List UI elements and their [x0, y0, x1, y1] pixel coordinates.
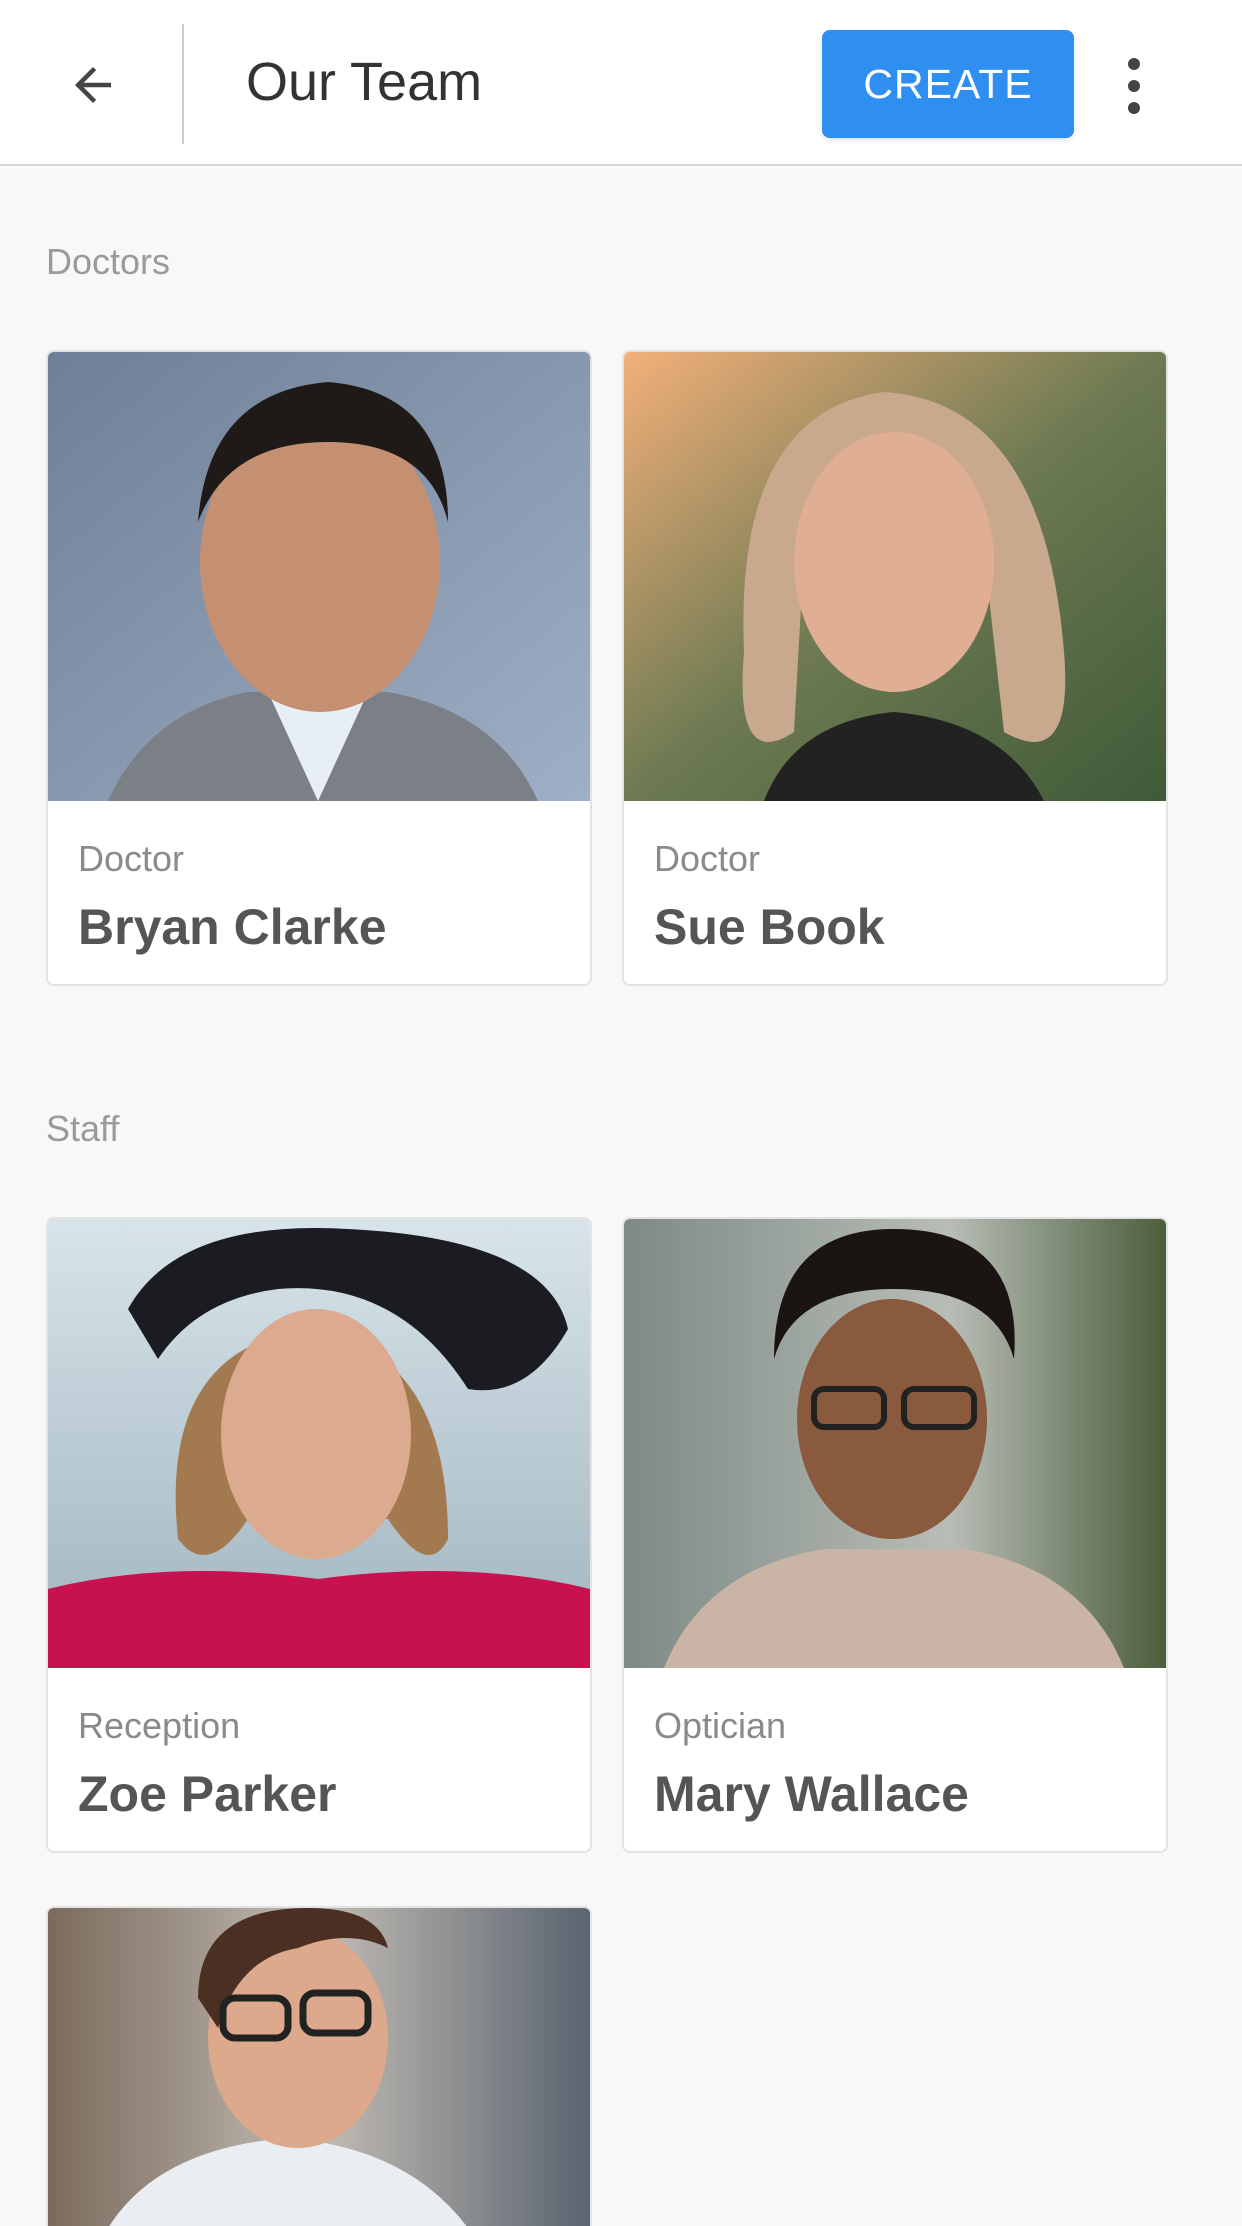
team-member-card[interactable]: [46, 1906, 592, 2226]
portrait-photo: [624, 352, 1166, 801]
team-member-card[interactable]: Doctor Bryan Clarke: [46, 350, 592, 986]
create-button[interactable]: CREATE: [822, 30, 1074, 138]
team-member-card[interactable]: Reception Zoe Parker: [46, 1217, 592, 1853]
more-options-button[interactable]: [1098, 40, 1170, 132]
more-vert-icon: [1128, 58, 1140, 114]
app-bar: Our Team CREATE: [0, 0, 1242, 166]
member-role: Doctor: [78, 838, 185, 879]
portrait-photo: [48, 352, 590, 801]
portrait-photo: [48, 1219, 590, 1668]
section-title-doctors: Doctors: [46, 241, 171, 282]
app-bar-divider: [182, 24, 184, 144]
member-role: Reception: [78, 1705, 241, 1746]
member-role: Doctor: [654, 838, 761, 879]
arrow-left-icon: [75, 67, 111, 103]
back-button[interactable]: [46, 38, 140, 132]
portrait-photo: [624, 1219, 1166, 1668]
member-name: Mary Wallace: [654, 1766, 969, 1822]
section-title-staff: Staff: [46, 1108, 120, 1149]
team-member-card[interactable]: Doctor Sue Book: [622, 350, 1168, 986]
member-name: Sue Book: [654, 899, 885, 955]
member-name: Bryan Clarke: [78, 899, 387, 955]
portrait-photo: [48, 1908, 590, 2226]
page-title: Our Team: [246, 52, 483, 112]
member-name: Zoe Parker: [78, 1766, 337, 1822]
team-member-card[interactable]: Optician Mary Wallace: [622, 1217, 1168, 1853]
member-role: Optician: [654, 1705, 787, 1746]
